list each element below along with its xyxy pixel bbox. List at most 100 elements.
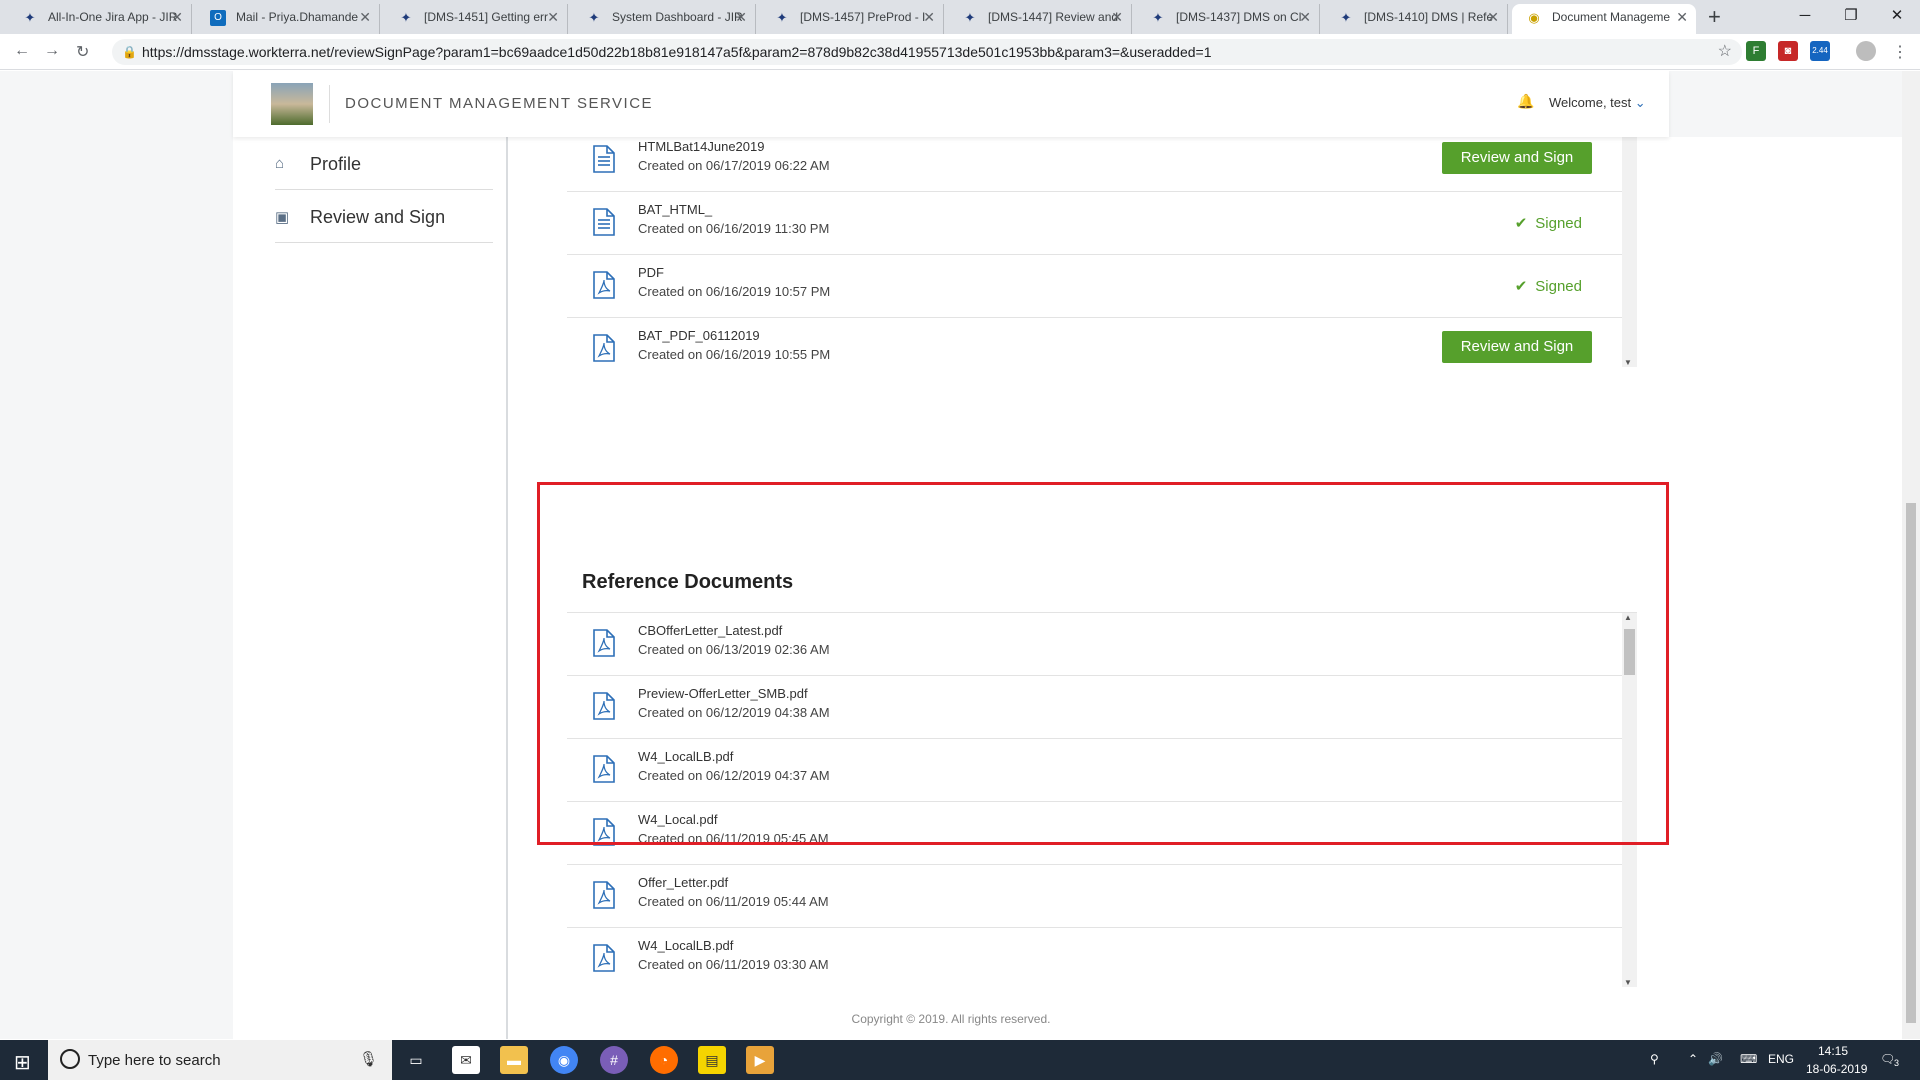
browser-tab[interactable]: ✦ All-In-One Jira App - JIR ✕ — [8, 4, 192, 34]
id-badge-icon: ▣ — [275, 209, 290, 226]
task-view-icon[interactable]: ▭ — [402, 1046, 430, 1074]
close-icon[interactable]: ✕ — [923, 4, 935, 30]
browser-tab[interactable]: ✦ [DMS-1457] PreProd - I ✕ — [760, 4, 944, 34]
list-item[interactable]: Offer_Letter.pdf Created on 06/11/2019 05… — [567, 865, 1622, 928]
restore-button[interactable]: ❐ — [1828, 2, 1874, 30]
new-tab-button[interactable]: + — [1708, 4, 1721, 30]
page-scrollbar[interactable] — [1902, 71, 1920, 1039]
browser-tab-active[interactable]: ◉ Document Manageme ✕ — [1512, 4, 1696, 34]
browser-tab[interactable]: ✦ System Dashboard - JIR ✕ — [572, 4, 756, 34]
document-name[interactable]: HTMLBat14June2019 — [638, 139, 764, 154]
clock-date[interactable]: 18-06-2019 — [1806, 1062, 1867, 1076]
document-icon — [593, 145, 615, 173]
list-item[interactable]: PDF Created on 06/16/2019 10:57 PM ✔ Signed — [567, 255, 1622, 318]
volume-icon[interactable]: 🔊 — [1708, 1052, 1723, 1066]
menu-icon[interactable]: ⋮ — [1892, 42, 1908, 62]
reference-documents-title: Reference Documents — [582, 571, 794, 593]
scrollbar[interactable]: ▲ ▼ — [1622, 613, 1637, 987]
sidebar-item-profile[interactable]: ⌂ Profile — [275, 137, 493, 190]
scroll-down-icon[interactable]: ▼ — [1624, 978, 1632, 987]
forward-icon[interactable]: → — [44, 42, 60, 60]
chrome-icon[interactable]: ◉ — [550, 1046, 578, 1074]
close-icon[interactable]: ✕ — [1111, 4, 1123, 30]
close-icon[interactable]: ✕ — [359, 4, 371, 30]
scroll-thumb[interactable] — [1624, 629, 1635, 675]
close-icon[interactable]: ✕ — [1676, 4, 1688, 30]
chevron-up-icon[interactable]: ⌃ — [1688, 1052, 1698, 1066]
document-name[interactable]: BAT_HTML_ — [638, 202, 712, 217]
document-date: Created on 06/11/2019 05:45 AM — [638, 831, 829, 846]
language-indicator[interactable]: ENG — [1768, 1052, 1794, 1066]
scroll-up-icon[interactable]: ▲ — [1624, 613, 1632, 622]
document-name[interactable]: Preview-OfferLetter_SMB.pdf — [638, 686, 808, 701]
list-item[interactable]: BAT_HTML_ Created on 06/16/2019 11:30 PM ✔… — [567, 192, 1622, 255]
browser-tab[interactable]: ✦ [DMS-1447] Review and ✕ — [948, 4, 1132, 34]
back-icon[interactable]: ← — [14, 42, 30, 60]
user-menu[interactable]: Welcome, test ⌄ — [1549, 95, 1646, 111]
clock-time[interactable]: 14:15 — [1818, 1044, 1848, 1058]
close-icon[interactable]: ✕ — [1299, 4, 1311, 30]
browser-tab[interactable]: O Mail - Priya.Dhamande ✕ — [196, 4, 380, 34]
document-date: Created on 06/11/2019 03:30 AM — [638, 957, 829, 972]
firefox-icon[interactable]: ◔ — [650, 1046, 678, 1074]
people-icon[interactable]: ⚲ — [1650, 1052, 1659, 1066]
taskbar: ⊞ Type here to search 🎙 ▭ ✉ ▬ ◉ # ◔ ▤ ▶ … — [0, 1040, 1920, 1080]
profile-avatar[interactable] — [1856, 41, 1876, 61]
list-item[interactable]: W4_LocalLB.pdf Created on 06/12/2019 04:3… — [567, 739, 1622, 802]
lock-icon: 🔒 — [122, 45, 137, 59]
document-name[interactable]: W4_LocalLB.pdf — [638, 749, 733, 764]
brand-title: DOCUMENT MANAGEMENT SERVICE — [345, 95, 654, 112]
globe-icon: ◉ — [1528, 10, 1540, 25]
extension-badge-icon[interactable]: 2.44 — [1810, 41, 1830, 61]
media-player-icon[interactable]: ▶ — [746, 1046, 774, 1074]
tab-bar: ✦ All-In-One Jira App - JIR ✕ O Mail - Priy… — [0, 0, 1920, 34]
extension-icon[interactable]: ◙ — [1778, 41, 1798, 61]
close-icon[interactable]: ✕ — [171, 4, 183, 30]
url-input[interactable]: 🔒 https://dmsstage.workterra.net/reviewS… — [112, 39, 1742, 65]
document-name[interactable]: CBOfferLetter_Latest.pdf — [638, 623, 782, 638]
pdf-file-icon — [593, 334, 615, 362]
list-item[interactable]: W4_LocalLB.pdf Created on 06/11/2019 03:3… — [567, 928, 1622, 987]
browser-tab[interactable]: ✦ [DMS-1410] DMS | Refe ✕ — [1324, 4, 1508, 34]
file-explorer-icon[interactable]: ▬ — [500, 1046, 528, 1074]
document-name[interactable]: W4_Local.pdf — [638, 812, 718, 827]
keyboard-icon[interactable]: ⌨ — [1740, 1052, 1757, 1066]
reload-icon[interactable]: ↻ — [76, 42, 89, 62]
list-item[interactable]: Preview-OfferLetter_SMB.pdf Created on 06… — [567, 676, 1622, 739]
document-name[interactable]: PDF — [638, 265, 664, 280]
slack-icon[interactable]: # — [600, 1046, 628, 1074]
taskbar-search[interactable]: Type here to search 🎙 — [48, 1040, 392, 1080]
sidebar-item-review-and-sign[interactable]: ▣ Review and Sign — [275, 190, 493, 243]
list-item[interactable]: W4_Local.pdf Created on 06/11/2019 05:45 … — [567, 802, 1622, 865]
bell-icon[interactable]: 🔔 — [1517, 93, 1534, 110]
list-item[interactable]: HTMLBat14June2019 Created on 06/17/2019 0… — [567, 137, 1622, 192]
bookmark-star-icon[interactable]: ☆ — [1718, 39, 1732, 65]
close-icon[interactable]: ✕ — [1487, 4, 1499, 30]
windows-start-icon[interactable]: ⊞ — [14, 1050, 31, 1075]
close-icon[interactable]: ✕ — [547, 4, 559, 30]
home-icon: ⌂ — [275, 155, 285, 172]
extension-icon[interactable]: F — [1746, 41, 1766, 61]
scroll-down-icon[interactable]: ▼ — [1624, 358, 1632, 367]
mail-icon[interactable]: ✉ — [452, 1046, 480, 1074]
list-item[interactable]: CBOfferLetter_Latest.pdf Created on 06/13… — [567, 613, 1622, 676]
list-item[interactable]: BAT_PDF_06112019 Created on 06/16/2019 10… — [567, 318, 1622, 367]
jira-icon: ✦ — [400, 10, 412, 25]
review-and-sign-button[interactable]: Review and Sign — [1442, 142, 1592, 174]
address-bar: ← → ↻ 🔒 https://dmsstage.workterra.net/r… — [0, 34, 1920, 70]
scroll-thumb[interactable] — [1906, 503, 1916, 1023]
document-name[interactable]: Offer_Letter.pdf — [638, 875, 728, 890]
review-and-sign-button[interactable]: Review and Sign — [1442, 331, 1592, 363]
mic-icon[interactable]: 🎙 — [359, 1050, 378, 1068]
sticky-notes-icon[interactable]: ▤ — [698, 1046, 726, 1074]
notification-icon[interactable]: 🗨 — [1880, 1052, 1895, 1066]
close-window-button[interactable]: ✕ — [1874, 2, 1920, 30]
scrollbar[interactable]: ▼ — [1622, 137, 1637, 367]
browser-tab[interactable]: ✦ [DMS-1451] Getting err ✕ — [384, 4, 568, 34]
document-name[interactable]: W4_LocalLB.pdf — [638, 938, 733, 953]
close-icon[interactable]: ✕ — [735, 4, 747, 30]
minimize-button[interactable]: ─ — [1782, 2, 1828, 30]
document-date: Created on 06/12/2019 04:38 AM — [638, 705, 830, 720]
document-name[interactable]: BAT_PDF_06112019 — [638, 328, 760, 343]
browser-tab[interactable]: ✦ [DMS-1437] DMS on Cl ✕ — [1136, 4, 1320, 34]
